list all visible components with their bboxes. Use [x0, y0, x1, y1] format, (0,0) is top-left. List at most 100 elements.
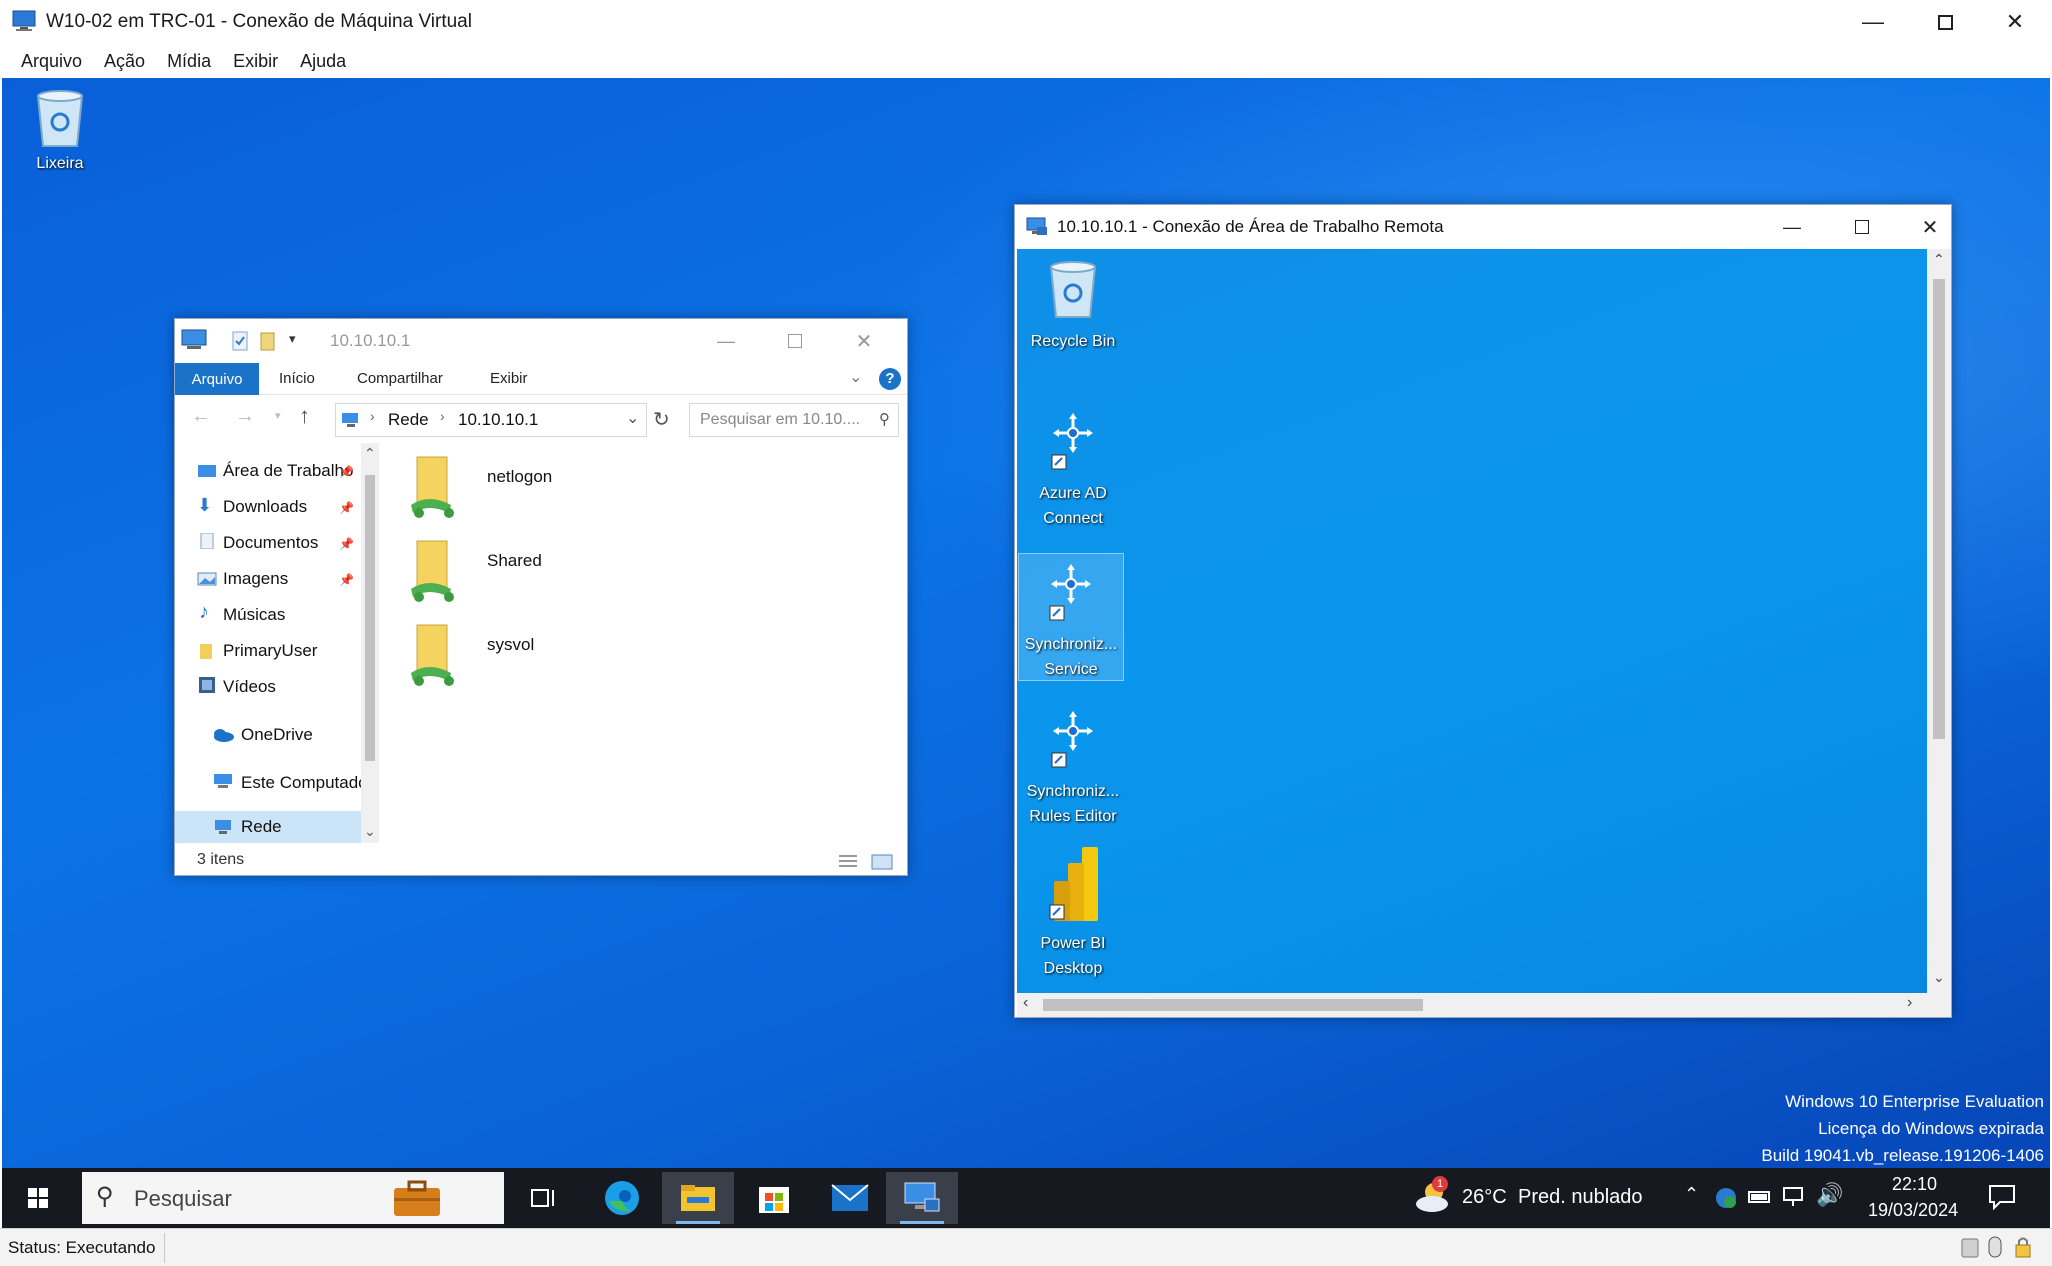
- network-icon: [342, 413, 358, 427]
- computer-icon: [181, 329, 207, 349]
- pin-icon: 📌: [339, 573, 354, 587]
- rdp-minimize-button[interactable]: —: [1757, 205, 1827, 249]
- menu-ajuda[interactable]: Ajuda: [289, 51, 357, 72]
- scroll-up-arrow-icon[interactable]: ⌃: [364, 445, 376, 462]
- back-arrow-icon[interactable]: ←: [191, 405, 211, 428]
- remote-desktop-window: 10.10.10.1 - Conexão de Área de Trabalho…: [1014, 204, 1952, 1018]
- explorer-close-button[interactable]: ✕: [829, 319, 899, 363]
- rdp-close-button[interactable]: ✕: [1895, 205, 1965, 249]
- navigation-scrollbar[interactable]: ⌃ ⌄: [361, 443, 379, 843]
- scrollbar-thumb[interactable]: [1043, 999, 1423, 1011]
- breadcrumb-rede[interactable]: Rede: [388, 410, 429, 430]
- rdp-icon-label: Azure AD: [1039, 485, 1107, 502]
- list-item-shared[interactable]: Shared: [405, 537, 542, 612]
- sidebar-item-network[interactable]: Rede: [241, 817, 371, 837]
- volume-icon[interactable]: 🔊: [1816, 1182, 1843, 1208]
- quick-access-dropdown-icon[interactable]: ▾: [289, 331, 296, 347]
- rdp-icon-sync-service[interactable]: Synchroniz... Service: [1018, 553, 1124, 681]
- sidebar-item-music[interactable]: Músicas: [223, 605, 353, 625]
- up-arrow-icon[interactable]: ↑: [299, 403, 310, 429]
- details-view-icon[interactable]: [837, 853, 859, 871]
- taskbar-edge-button[interactable]: [586, 1172, 658, 1224]
- help-icon[interactable]: ?: [879, 368, 901, 390]
- sidebar-item-pictures[interactable]: Imagens: [223, 569, 353, 589]
- task-view-button[interactable]: [508, 1172, 580, 1224]
- menu-midia[interactable]: Mídia: [156, 51, 222, 72]
- properties-icon[interactable]: [231, 331, 249, 351]
- taskbar-explorer-button[interactable]: [662, 1172, 734, 1224]
- menu-acao[interactable]: Ação: [93, 51, 156, 72]
- new-folder-icon[interactable]: [259, 331, 277, 351]
- search-input[interactable]: Pesquisar em 10.10.... ⚲: [689, 403, 899, 437]
- taskbar-search-box[interactable]: ⚲ Pesquisar: [82, 1172, 504, 1224]
- rdp-icon-sync-rules-editor[interactable]: Synchroniz... Rules Editor: [1020, 701, 1126, 829]
- taskbar-store-button[interactable]: [738, 1172, 810, 1224]
- network-icon: [215, 820, 231, 834]
- minimize-button[interactable]: —: [1838, 0, 1908, 44]
- shared-folder-icon: [411, 540, 454, 602]
- ribbon-tab-inicio[interactable]: Início: [279, 370, 315, 387]
- sidebar-item-downloads[interactable]: Downloads: [223, 497, 353, 517]
- rdp-icon-azure-ad-connect[interactable]: Azure AD Connect: [1020, 403, 1126, 531]
- briefcase-icon[interactable]: [392, 1180, 442, 1218]
- taskbar-mail-button[interactable]: [814, 1172, 886, 1224]
- scroll-right-arrow-icon[interactable]: ›: [1907, 994, 1912, 1012]
- lock-icon: [2015, 1237, 2031, 1258]
- scroll-left-arrow-icon[interactable]: ‹: [1023, 994, 1028, 1012]
- clock-date[interactable]: 19/03/2024: [1868, 1200, 1958, 1221]
- weather-temperature[interactable]: 26°C: [1462, 1186, 1507, 1209]
- explorer-maximize-button[interactable]: [760, 319, 830, 363]
- large-icons-view-icon[interactable]: [871, 853, 893, 871]
- scrollbar-thumb[interactable]: [1933, 279, 1945, 739]
- rdp-icon-power-bi[interactable]: Power BI Desktop: [1020, 845, 1126, 981]
- rdp-icon-label: Synchroniz...: [1026, 783, 1120, 800]
- sidebar-item-this-pc[interactable]: Este Computador: [241, 773, 371, 793]
- recent-locations-chevron-icon[interactable]: ▾: [275, 409, 281, 422]
- sidebar-item-primaryuser[interactable]: PrimaryUser: [223, 641, 353, 661]
- forward-arrow-icon[interactable]: →: [235, 405, 255, 428]
- weather-badge: 1: [1432, 1176, 1448, 1192]
- start-button[interactable]: [2, 1172, 74, 1224]
- clock-time[interactable]: 22:10: [1892, 1174, 1937, 1195]
- rdp-icon-recycle-bin[interactable]: Recycle Bin: [1020, 257, 1126, 354]
- defender-security-icon[interactable]: [1714, 1186, 1738, 1210]
- ribbon-tab-arquivo[interactable]: Arquivo: [175, 363, 259, 395]
- sidebar-item-documents[interactable]: Documentos: [223, 533, 353, 553]
- weather-condition[interactable]: Pred. nublado: [1518, 1186, 1643, 1209]
- list-item-name: netlogon: [487, 467, 553, 486]
- rdp-horizontal-scrollbar[interactable]: ‹ ›: [1017, 993, 1951, 1017]
- scrollbar-thumb[interactable]: [365, 475, 375, 761]
- network-status-icon[interactable]: [1782, 1186, 1808, 1208]
- ribbon-tab-compartilhar[interactable]: Compartilhar: [357, 370, 443, 387]
- desktop-icon-lixeira[interactable]: Lixeira: [15, 86, 105, 173]
- scroll-down-arrow-icon[interactable]: ⌄: [364, 823, 376, 840]
- close-button[interactable]: ✕: [1980, 0, 2050, 44]
- list-item-netlogon[interactable]: netlogon: [405, 453, 552, 528]
- sidebar-item-videos[interactable]: Vídeos: [223, 677, 353, 697]
- sidebar-item-desktop[interactable]: Área de Trabalho: [223, 461, 353, 481]
- menu-arquivo[interactable]: Arquivo: [10, 51, 93, 72]
- taskbar-remote-desktop-button[interactable]: [886, 1172, 958, 1224]
- refresh-icon[interactable]: ↻: [653, 407, 670, 432]
- ribbon-expand-chevron-icon[interactable]: ⌄: [849, 367, 862, 387]
- rdp-maximize-button[interactable]: [1827, 205, 1897, 249]
- list-item-sysvol[interactable]: sysvol: [405, 621, 534, 696]
- breadcrumb-host[interactable]: 10.10.10.1: [458, 410, 538, 430]
- notification-center-icon[interactable]: [1988, 1184, 2016, 1210]
- sidebar-item-onedrive[interactable]: OneDrive: [241, 725, 371, 745]
- documents-icon: [200, 533, 214, 549]
- address-dropdown-chevron-icon[interactable]: ⌄: [626, 408, 639, 428]
- rdp-vertical-scrollbar[interactable]: ⌃ ⌄: [1927, 249, 1951, 993]
- scroll-down-arrow-icon[interactable]: ⌄: [1933, 969, 1945, 986]
- scroll-up-arrow-icon[interactable]: ⌃: [1933, 251, 1945, 268]
- menu-exibir[interactable]: Exibir: [222, 51, 289, 72]
- show-hidden-icons-chevron-icon[interactable]: ⌃: [1684, 1184, 1699, 1205]
- pin-icon: 📌: [339, 537, 354, 551]
- onedrive-cloud-icon: [214, 729, 234, 742]
- address-bar[interactable]: › Rede › 10.10.10.1 ⌄: [335, 403, 647, 437]
- maximize-button[interactable]: [1910, 0, 1980, 44]
- battery-icon[interactable]: [1748, 1188, 1774, 1206]
- ribbon-tab-exibir[interactable]: Exibir: [490, 370, 528, 387]
- navigation-pane: Área de Trabalho 📌 Downloads ⬇ 📌 Documen…: [175, 443, 385, 843]
- explorer-minimize-button[interactable]: —: [691, 319, 761, 363]
